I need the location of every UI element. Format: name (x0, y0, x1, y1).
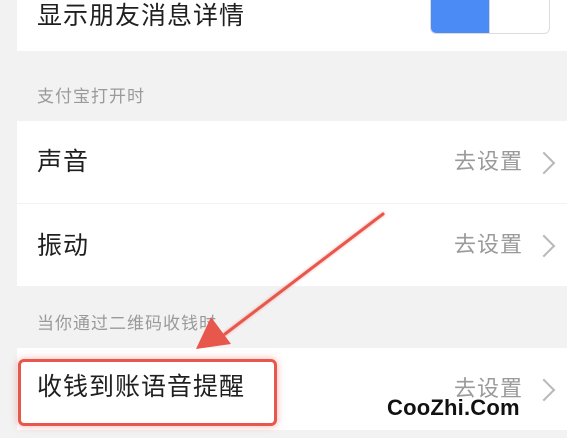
setting-row-sound[interactable]: 声音 去设置 (17, 121, 567, 203)
setting-label-show-friend-message-details: 显示朋友消息详情 (37, 1, 246, 30)
setting-value-vibration: 去设置 (453, 233, 523, 258)
chevron-right-icon (532, 378, 556, 402)
setting-label-payment-voice-alert: 收钱到账语音提醒 (37, 372, 246, 401)
setting-row-vibration[interactable]: 振动 去设置 (17, 204, 567, 286)
setting-row-show-friend-message-details[interactable]: 显示朋友消息详情 (17, 0, 567, 51)
setting-label-sound: 声音 (37, 147, 90, 176)
setting-label-vibration: 振动 (37, 231, 90, 260)
toggle-thumb (489, 0, 548, 33)
setting-value-sound: 去设置 (453, 150, 523, 175)
show-friend-message-details-toggle[interactable] (430, 0, 550, 34)
section-header-qr-receive: 当你通过二维码收钱时 (37, 314, 217, 334)
section-header-alipay-open: 支付宝打开时 (37, 87, 145, 107)
toggle-on-fill (431, 0, 489, 33)
chevron-right-icon (532, 151, 556, 175)
chevron-right-icon (532, 234, 556, 258)
watermark-text: CooZhi.Com (387, 395, 520, 420)
settings-page: 显示朋友消息详情 支付宝打开时 声音 去设置 振动 去设置 当你通过二维码收钱时… (17, 0, 567, 438)
